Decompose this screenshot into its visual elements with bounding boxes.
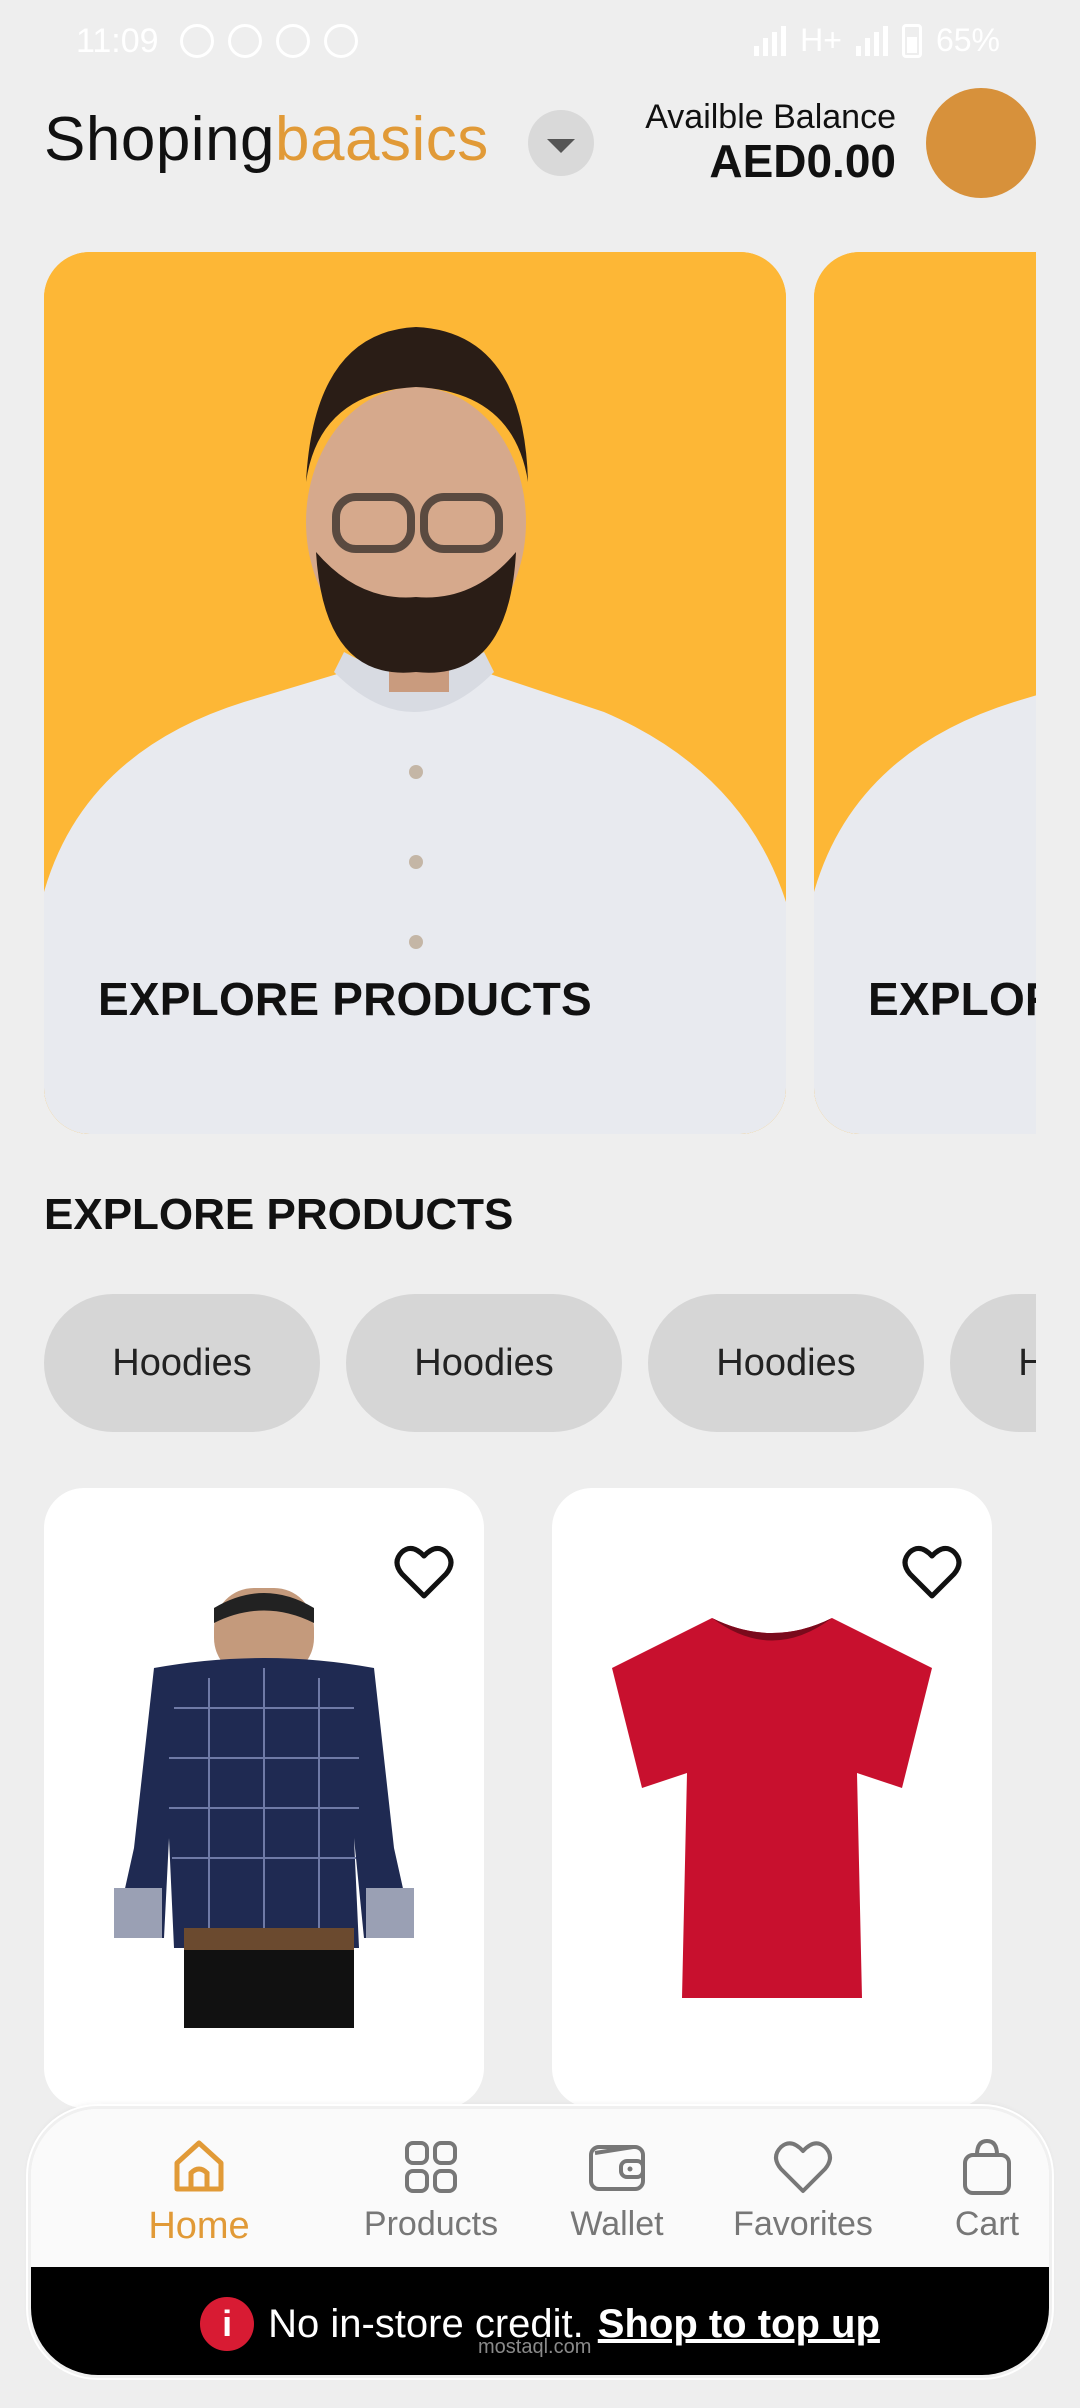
network-type: H+ bbox=[800, 22, 842, 58]
top-up-link[interactable]: Shop to top up bbox=[598, 2302, 880, 2347]
nav-label: Favorites bbox=[733, 2205, 873, 2243]
notification-icon bbox=[276, 24, 310, 58]
nav-item-favorites[interactable]: Favorites bbox=[713, 2137, 893, 2244]
credit-banner: i No in-store credit. Shop to top up bbox=[31, 2267, 1049, 2375]
nav-item-home[interactable]: Home bbox=[109, 2137, 289, 2248]
category-chip[interactable]: Hoodies bbox=[950, 1294, 1036, 1432]
status-bar: 11:09 H+ 65% bbox=[0, 0, 1080, 90]
banner-card[interactable]: EXPLORE PRODUCTS bbox=[44, 252, 786, 1134]
nav-label: Products bbox=[363, 2205, 499, 2243]
home-icon bbox=[174, 2140, 224, 2192]
balance-value: AED0.00 bbox=[709, 135, 896, 187]
brand-part2: baasics bbox=[275, 105, 489, 174]
whatsapp-icon bbox=[180, 24, 214, 58]
bag-icon bbox=[963, 2138, 1011, 2195]
brand-logo: Shopingbaasics bbox=[44, 104, 489, 175]
nav-item-wallet[interactable]: Wallet bbox=[527, 2137, 707, 2244]
heart-outline-icon[interactable] bbox=[902, 1544, 962, 1600]
signal-icon bbox=[855, 25, 888, 56]
notification-icons bbox=[180, 24, 358, 58]
battery-percent: 65% bbox=[935, 22, 1000, 58]
wallet-icon bbox=[589, 2145, 645, 2191]
category-chip[interactable]: Hoodies bbox=[346, 1294, 622, 1432]
section-title: EXPLORE PRODUCTS bbox=[44, 1190, 514, 1239]
signal-icon bbox=[754, 25, 787, 56]
nav-label: Home bbox=[148, 2205, 250, 2247]
nav-items: Home Products Wallet Favorites Cart bbox=[31, 2109, 1049, 2267]
banner-title: EXPLORE PRODUCTS bbox=[868, 973, 1036, 1025]
banner-title: EXPLORE PRODUCTS bbox=[98, 973, 592, 1025]
status-time: 11:09 bbox=[76, 22, 159, 60]
nav-label: Cart bbox=[954, 2205, 1020, 2243]
product-image bbox=[612, 1618, 932, 1998]
product-card[interactable] bbox=[552, 1488, 992, 2108]
nav-item-products[interactable]: Products bbox=[341, 2137, 521, 2244]
system-icons: H+ 65% bbox=[754, 22, 1000, 59]
category-chips[interactable]: Hoodies Hoodies Hoodies Hoodies bbox=[44, 1294, 1036, 1434]
brand-part1: Shoping bbox=[44, 105, 276, 174]
banner-card[interactable]: EXPLORE PRODUCTS bbox=[814, 252, 1036, 1134]
category-chip[interactable]: Hoodies bbox=[44, 1294, 320, 1432]
notification-icon bbox=[228, 24, 262, 58]
heart-icon bbox=[774, 2141, 832, 2193]
chevron-down-icon[interactable] bbox=[528, 110, 594, 176]
info-icon: i bbox=[200, 2297, 255, 2351]
product-card[interactable] bbox=[44, 1488, 484, 2108]
product-image bbox=[114, 1588, 414, 2028]
battery-icon bbox=[901, 23, 922, 58]
nav-label: Wallet bbox=[570, 2205, 664, 2243]
avatar[interactable] bbox=[926, 88, 1036, 198]
balance-label: Availble Balance bbox=[645, 98, 896, 136]
watermark: mostaql.com bbox=[478, 2336, 592, 2358]
banner-carousel[interactable]: EXPLORE PRODUCTS EXPLORE PRODUCTS bbox=[44, 252, 1036, 1134]
grid-icon bbox=[405, 2141, 457, 2193]
category-chip[interactable]: Hoodies bbox=[648, 1294, 924, 1432]
notification-icon bbox=[324, 24, 358, 58]
nav-item-cart[interactable]: Cart bbox=[897, 2137, 1049, 2244]
